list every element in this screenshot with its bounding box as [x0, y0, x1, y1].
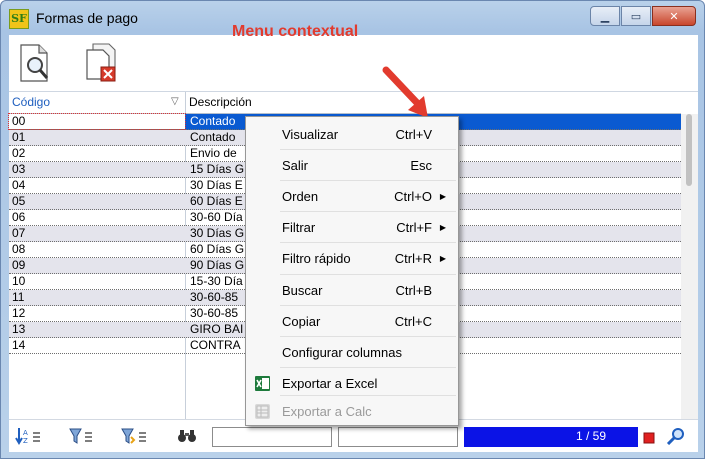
cell-codigo: 01 — [12, 130, 26, 144]
binoculars-icon — [178, 430, 196, 442]
cell-descripcion: CONTRA — [190, 338, 241, 352]
cell-descripcion: 30 Días G — [190, 226, 245, 240]
filter-icon[interactable]: ▽ — [171, 96, 179, 107]
documents-delete-icon — [86, 43, 116, 82]
menu-item-shortcut: Esc — [410, 158, 432, 173]
cell-descripcion: Envio de — [190, 146, 237, 160]
column-header-descripcion[interactable]: Descripción — [189, 95, 252, 109]
menu-item-label: Filtro rápido — [282, 251, 351, 266]
scrollbar-thumb[interactable] — [686, 114, 692, 186]
svg-text:A: A — [23, 429, 28, 437]
sort-az-icon: A Z — [15, 428, 40, 445]
close-icon: ✕ — [669, 9, 679, 23]
menu-item-filtrar[interactable]: Filtrar Ctrl+F ▶ — [246, 212, 458, 243]
menu-item-label: Salir — [282, 158, 309, 173]
close-documents-button[interactable] — [79, 41, 123, 85]
menu-item-shortcut: Ctrl+O — [394, 189, 432, 204]
search-field-1[interactable] — [212, 427, 332, 447]
cell-descripcion: 30 Días E — [190, 178, 243, 192]
cell-codigo: 12 — [12, 306, 26, 320]
cell-codigo: 00 — [8, 113, 186, 130]
menu-item-copiar[interactable]: Copiar Ctrl+C — [246, 306, 458, 337]
sort-az-button[interactable]: A Z — [15, 427, 41, 445]
cell-codigo: 04 — [12, 178, 26, 192]
menu-item-label: Buscar — [282, 283, 323, 298]
cell-descripcion: Contado — [190, 114, 236, 128]
window-controls: ▁ ▭ ✕ — [590, 6, 696, 26]
minimize-icon: ▁ — [600, 9, 610, 23]
calc-icon — [255, 404, 270, 419]
cell-descripcion: GIRO BAI — [190, 322, 244, 336]
page-indicator: 1 / 59 — [464, 427, 638, 447]
quick-filter-icon — [121, 428, 146, 444]
window-title: Formas de pago — [36, 10, 138, 26]
menu-item-shortcut: Ctrl+R — [394, 251, 432, 266]
vertical-scrollbar[interactable] — [681, 114, 698, 420]
menu-item-label: Orden — [282, 189, 319, 204]
magnifier-icon — [666, 428, 684, 445]
magnifier-document-icon — [20, 44, 49, 82]
annotation-label: Menu contextual — [232, 23, 359, 40]
filter-button[interactable] — [67, 427, 93, 445]
cell-codigo: 14 — [12, 338, 26, 352]
cell-descripcion: 30-60-85 — [190, 290, 239, 304]
menu-item-filtro-r-pido[interactable]: Filtro rápido Ctrl+R ▶ — [246, 243, 458, 274]
menu-item-salir[interactable]: Salir Esc — [246, 150, 458, 181]
menu-item-buscar[interactable]: Buscar Ctrl+B — [246, 275, 458, 306]
excel-icon — [255, 376, 270, 391]
cell-descripcion: 60 Días G — [190, 242, 245, 256]
cell-descripcion: 30-60 Día — [190, 210, 243, 224]
search-field-2[interactable] — [338, 427, 458, 447]
submenu-arrow-icon: ▶ — [439, 254, 446, 263]
stop-icon — [643, 432, 655, 444]
menu-item-label: Configurar columnas — [282, 345, 402, 360]
cell-codigo: 07 — [12, 226, 26, 240]
cell-codigo: 03 — [12, 162, 26, 176]
cell-codigo: 09 — [12, 258, 26, 272]
cell-codigo: 05 — [12, 194, 26, 208]
toolbar — [9, 35, 698, 91]
cell-codigo: 13 — [12, 322, 26, 336]
grid-header: Código ▽ Descripción — [9, 92, 681, 114]
cell-codigo: 08 — [12, 242, 26, 256]
cell-descripcion: Contado — [190, 130, 236, 144]
quick-filter-button[interactable] — [119, 427, 147, 445]
maximize-button[interactable]: ▭ — [621, 6, 651, 26]
cell-codigo: 02 — [12, 146, 26, 160]
cell-codigo: 11 — [12, 290, 25, 304]
menu-item-label: Copiar — [282, 314, 321, 329]
menu-item-shortcut: Ctrl+C — [394, 314, 432, 329]
submenu-arrow-icon: ▶ — [439, 223, 446, 232]
view-document-button[interactable] — [13, 41, 57, 85]
stop-button[interactable] — [642, 429, 656, 447]
cell-codigo: 10 — [12, 274, 26, 288]
menu-item-visualizar[interactable]: Visualizar Ctrl+V — [246, 119, 458, 150]
close-button[interactable]: ✕ — [652, 6, 696, 26]
menu-item-configurar-columnas[interactable]: Configurar columnas — [246, 337, 458, 368]
submenu-arrow-icon: ▶ — [439, 192, 446, 201]
svg-text:Z: Z — [23, 437, 28, 445]
app-icon: SF — [9, 9, 29, 29]
menu-item-exportar-a-calc: Exportar a Calc — [246, 396, 458, 427]
menu-item-shortcut: Ctrl+V — [395, 127, 432, 142]
cell-descripcion: 15-30 Día — [190, 274, 243, 288]
minimize-button[interactable]: ▁ — [590, 6, 620, 26]
column-header-codigo[interactable]: Código — [12, 95, 50, 109]
search-button[interactable] — [177, 427, 197, 445]
menu-item-shortcut: Ctrl+B — [395, 283, 432, 298]
context-menu: Visualizar Ctrl+V Salir Esc Orden Ctrl+O ▶ Filt… — [245, 116, 459, 426]
cell-descripcion: 60 Días E — [190, 194, 243, 208]
cell-descripcion: 15 Días G — [190, 162, 245, 176]
zoom-button[interactable] — [665, 427, 687, 445]
menu-item-label: Exportar a Calc — [282, 404, 372, 419]
cell-descripcion: 90 Días G — [190, 258, 245, 272]
cell-codigo: 06 — [12, 210, 26, 224]
funnel-icon — [69, 428, 92, 444]
menu-item-label: Filtrar — [282, 220, 316, 235]
maximize-icon: ▭ — [630, 9, 642, 23]
menu-item-label: Visualizar — [282, 127, 339, 142]
menu-item-shortcut: Ctrl+F — [396, 220, 432, 235]
cell-descripcion: 30-60-85 — [190, 306, 239, 320]
menu-item-orden[interactable]: Orden Ctrl+O ▶ — [246, 181, 458, 212]
